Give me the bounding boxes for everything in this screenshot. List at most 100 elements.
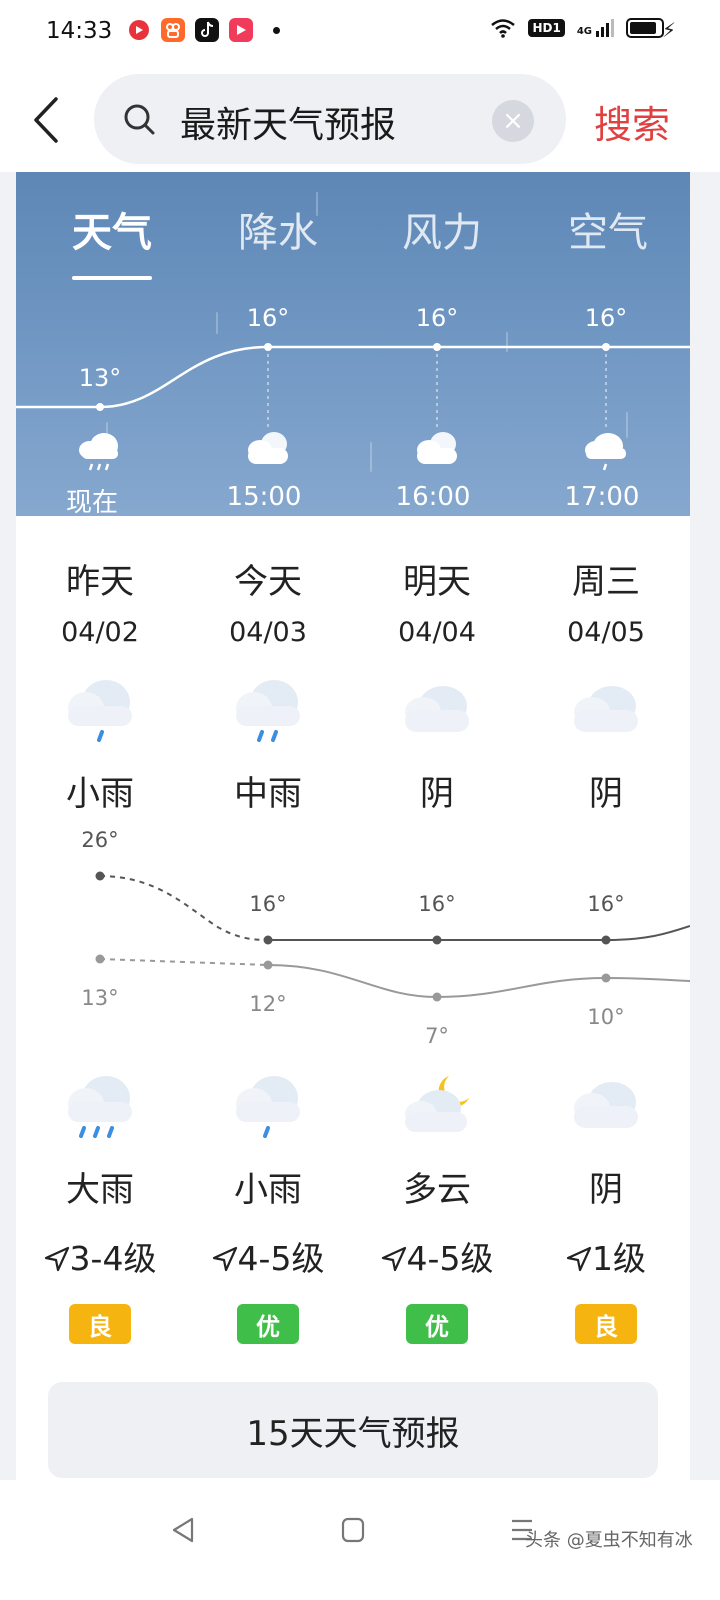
light-rain-icon <box>68 680 132 742</box>
hourly-temp: 13° <box>78 364 122 392</box>
wind-level: 4-5级 <box>184 1232 352 1280</box>
high-temp-label: 16° <box>249 892 287 916</box>
hourly-temp: 16° <box>246 304 290 332</box>
15-day-forecast-button[interactable]: 15天天气预报 <box>48 1382 658 1478</box>
high-temp-label: 26° <box>81 828 119 852</box>
low-temp-point <box>263 960 273 970</box>
high-temp-label: 16° <box>418 892 456 916</box>
search-header: 最新天气预报 × 搜索 <box>0 64 720 172</box>
partly-cloudy-night-icon <box>405 1076 469 1132</box>
wind-level-text: 3-4级 <box>69 1239 157 1278</box>
wind-direction-icon <box>381 1246 406 1272</box>
hd-indicator: HD1 <box>528 19 565 37</box>
chevron-left-icon <box>34 97 58 143</box>
notification-app-icons <box>127 18 280 42</box>
high-temp-line <box>268 925 690 941</box>
temp-point <box>602 343 610 351</box>
battery-icon <box>626 18 664 38</box>
wind-direction-icon <box>566 1246 592 1272</box>
nav-home-button[interactable] <box>340 1516 366 1544</box>
night-condition: 小雨 <box>234 1170 302 1210</box>
day-column[interactable]: 昨天 04/02 <box>20 554 180 648</box>
day-name: 周三 <box>572 562 640 602</box>
day-column[interactable]: 明天 04/04 <box>357 554 517 648</box>
day-date: 04/04 <box>398 617 476 648</box>
video-icon <box>229 18 253 42</box>
day-name: 明天 <box>403 562 471 602</box>
search-icon <box>124 104 155 135</box>
wind-level: 4-5级 <box>353 1232 521 1280</box>
night-condition: 多云 <box>403 1170 471 1210</box>
wind-level: 1级 <box>522 1232 690 1280</box>
high-temp-point <box>432 935 442 945</box>
heavy-rain-icon <box>68 1076 132 1138</box>
overcast-icon <box>405 686 469 732</box>
low-temp-label: 13° <box>81 986 119 1010</box>
wind-direction-icon <box>212 1246 237 1272</box>
search-button[interactable]: 搜索 <box>594 94 670 149</box>
night-condition: 阴 <box>589 1170 623 1210</box>
day-date: 04/05 <box>567 617 645 648</box>
low-temp-line-past <box>99 958 269 966</box>
low-temp-line <box>267 964 690 999</box>
status-bar: 14:33 HD1 4G ⚡ <box>0 0 720 64</box>
hourly-temp: 16° <box>584 304 628 332</box>
hourly-time: 17:00 <box>564 482 640 512</box>
wifi-icon <box>491 19 516 38</box>
aqi-badge: 优 <box>237 1304 299 1344</box>
day-condition: 中雨 <box>234 774 302 814</box>
hourly-forecast-panel: 天气 降水 风力 空气 13° 16° 16° 16° 现在 15:00 16:… <box>16 172 690 516</box>
wind-direction-icon <box>44 1246 69 1272</box>
status-indicators: HD1 4G <box>490 18 664 38</box>
low-temp-point <box>432 992 442 1002</box>
day-column[interactable]: 周三 04/05 <box>526 554 686 648</box>
daily-forecast-panel: 昨天 04/02 今天 04/03 明天 04/04 周三 04/05 小雨 中… <box>16 516 690 1480</box>
hourly-temp: 16° <box>415 304 459 332</box>
day-condition: 小雨 <box>66 774 134 814</box>
close-icon: × <box>502 106 524 136</box>
search-input[interactable]: 最新天气预报 × <box>94 74 566 164</box>
overcast-icon <box>574 1082 638 1128</box>
low-temp-point <box>601 973 611 983</box>
network-type: 4G <box>576 26 592 37</box>
moderate-rain-icon <box>236 680 300 742</box>
hourly-time: 15:00 <box>226 482 302 512</box>
status-time: 14:33 <box>46 18 113 44</box>
overcast-icon <box>574 686 638 732</box>
nav-back-button[interactable] <box>170 1516 196 1544</box>
douyin-icon <box>195 18 219 42</box>
day-column[interactable]: 今天 04/03 <box>188 554 348 648</box>
cloud-rain-icon <box>79 433 118 471</box>
more-notifications-dot <box>273 26 280 34</box>
light-rain-icon <box>236 1076 300 1138</box>
day-date: 04/02 <box>61 617 139 648</box>
search-query-text[interactable]: 最新天气预报 <box>180 96 396 148</box>
day-name: 今天 <box>234 562 302 602</box>
low-temp-label: 7° <box>425 1024 449 1048</box>
notification-icon <box>127 18 151 42</box>
high-temp-point <box>263 935 273 945</box>
low-temp-point <box>95 954 105 964</box>
back-button[interactable] <box>26 92 66 148</box>
day-condition: 阴 <box>420 774 454 814</box>
wind-level-text: 4-5级 <box>406 1239 494 1278</box>
wind-level: 3-4级 <box>16 1232 184 1280</box>
cloudy-icon <box>248 432 288 464</box>
temp-point <box>264 343 272 351</box>
clear-search-button[interactable]: × <box>492 100 534 142</box>
signal-icon: 4G <box>577 19 614 37</box>
temp-point <box>433 343 441 351</box>
hourly-time: 现在 <box>65 488 118 516</box>
night-condition: 大雨 <box>66 1170 134 1210</box>
hourly-time: 16:00 <box>395 482 471 512</box>
high-temp-point <box>601 935 611 945</box>
cloudy-icon <box>417 432 457 464</box>
day-condition: 阴 <box>589 774 623 814</box>
wind-level-text: 4-5级 <box>237 1239 325 1278</box>
wind-level-text: 1级 <box>592 1239 646 1278</box>
aqi-badge: 良 <box>575 1304 637 1344</box>
aqi-badge: 优 <box>406 1304 468 1344</box>
cloud-drizzle-icon <box>585 433 626 471</box>
day-date: 04/03 <box>229 617 307 648</box>
watermark: 头条 @夏虫不知有冰 <box>525 1530 693 1551</box>
